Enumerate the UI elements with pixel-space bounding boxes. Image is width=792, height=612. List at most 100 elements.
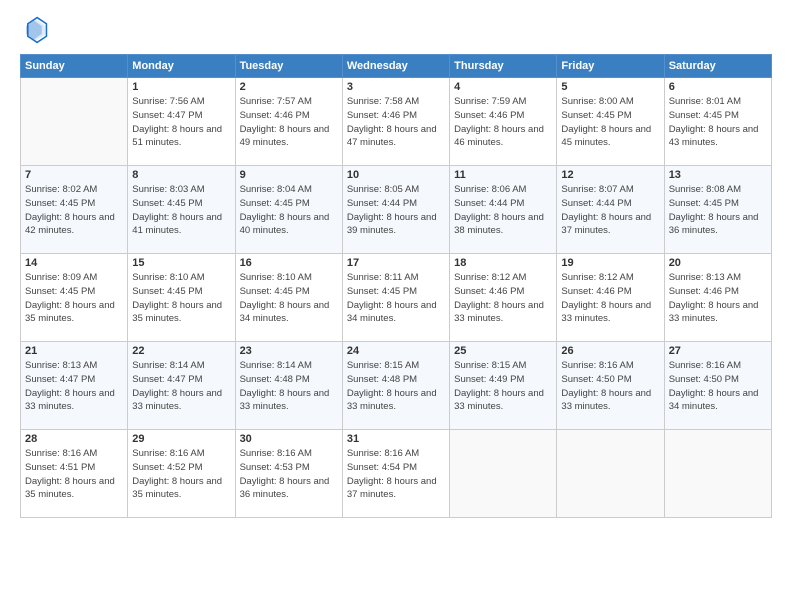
- day-cell: 4Sunrise: 7:59 AMSunset: 4:46 PMDaylight…: [450, 78, 557, 166]
- day-info: Sunrise: 8:16 AMSunset: 4:53 PMDaylight:…: [240, 447, 338, 502]
- day-number: 26: [561, 345, 659, 357]
- day-cell: [664, 430, 771, 518]
- day-number: 14: [25, 257, 123, 269]
- day-cell: 24Sunrise: 8:15 AMSunset: 4:48 PMDayligh…: [342, 342, 449, 430]
- day-cell: [450, 430, 557, 518]
- day-info: Sunrise: 8:05 AMSunset: 4:44 PMDaylight:…: [347, 183, 445, 238]
- day-info: Sunrise: 8:15 AMSunset: 4:48 PMDaylight:…: [347, 359, 445, 414]
- day-cell: 28 Sunrise: 8:16 AMSunset: 4:51 PMDayligh…: [21, 430, 128, 518]
- day-number: 11: [454, 169, 552, 181]
- logo-icon: [20, 16, 48, 44]
- column-header-friday: Friday: [557, 55, 664, 78]
- day-info: Sunrise: 8:16 AMSunset: 4:52 PMDaylight:…: [132, 447, 230, 502]
- day-number: 13: [669, 169, 767, 181]
- day-info: Sunrise: 8:10 AMSunset: 4:45 PMDaylight:…: [132, 271, 230, 326]
- day-info: Sunrise: 8:16 AMSunset: 4:50 PMDaylight:…: [561, 359, 659, 414]
- column-header-saturday: Saturday: [664, 55, 771, 78]
- column-header-sunday: Sunday: [21, 55, 128, 78]
- day-number: 8: [132, 169, 230, 181]
- day-info: Sunrise: 7:56 AMSunset: 4:47 PMDaylight:…: [132, 95, 230, 150]
- calendar-header-row: SundayMondayTuesdayWednesdayThursdayFrid…: [21, 55, 772, 78]
- day-cell: 14 Sunrise: 8:09 AMSunset: 4:45 PMDayligh…: [21, 254, 128, 342]
- day-cell: [21, 78, 128, 166]
- day-number: 22: [132, 345, 230, 357]
- day-number: 28: [25, 433, 123, 445]
- day-number: 16: [240, 257, 338, 269]
- day-info: Sunrise: 8:16 AMSunset: 4:51 PMDaylight:…: [25, 447, 123, 502]
- day-cell: 30 Sunrise: 8:16 AMSunset: 4:53 PMDayligh…: [235, 430, 342, 518]
- day-cell: 6 Sunrise: 8:01 AMSunset: 4:45 PMDaylight…: [664, 78, 771, 166]
- column-header-thursday: Thursday: [450, 55, 557, 78]
- day-info: Sunrise: 8:10 AMSunset: 4:45 PMDaylight:…: [240, 271, 338, 326]
- day-cell: 27Sunrise: 8:16 AMSunset: 4:50 PMDayligh…: [664, 342, 771, 430]
- day-number: 18: [454, 257, 552, 269]
- day-number: 3: [347, 81, 445, 93]
- day-number: 1: [132, 81, 230, 93]
- day-number: 15: [132, 257, 230, 269]
- day-info: Sunrise: 8:13 AMSunset: 4:46 PMDaylight:…: [669, 271, 767, 326]
- day-number: 9: [240, 169, 338, 181]
- day-info: Sunrise: 8:07 AMSunset: 4:44 PMDaylight:…: [561, 183, 659, 238]
- day-cell: 15 Sunrise: 8:10 AMSunset: 4:45 PMDayligh…: [128, 254, 235, 342]
- day-cell: 19 Sunrise: 8:12 AMSunset: 4:46 PMDayligh…: [557, 254, 664, 342]
- day-info: Sunrise: 8:00 AMSunset: 4:45 PMDaylight:…: [561, 95, 659, 150]
- day-cell: 2 Sunrise: 7:57 AMSunset: 4:46 PMDaylight…: [235, 78, 342, 166]
- day-cell: 25 Sunrise: 8:15 AMSunset: 4:49 PMDayligh…: [450, 342, 557, 430]
- day-cell: 12 Sunrise: 8:07 AMSunset: 4:44 PMDayligh…: [557, 166, 664, 254]
- day-info: Sunrise: 8:13 AMSunset: 4:47 PMDaylight:…: [25, 359, 123, 414]
- calendar-page: SundayMondayTuesdayWednesdayThursdayFrid…: [0, 0, 792, 612]
- day-number: 30: [240, 433, 338, 445]
- day-cell: 17 Sunrise: 8:11 AMSunset: 4:45 PMDayligh…: [342, 254, 449, 342]
- day-cell: 21 Sunrise: 8:13 AMSunset: 4:47 PMDayligh…: [21, 342, 128, 430]
- day-number: 12: [561, 169, 659, 181]
- day-number: 31: [347, 433, 445, 445]
- week-row-2: 7Sunrise: 8:02 AMSunset: 4:45 PMDaylight…: [21, 166, 772, 254]
- day-info: Sunrise: 8:04 AMSunset: 4:45 PMDaylight:…: [240, 183, 338, 238]
- day-info: Sunrise: 8:12 AMSunset: 4:46 PMDaylight:…: [454, 271, 552, 326]
- day-number: 10: [347, 169, 445, 181]
- day-cell: 9 Sunrise: 8:04 AMSunset: 4:45 PMDaylight…: [235, 166, 342, 254]
- day-number: 29: [132, 433, 230, 445]
- day-info: Sunrise: 8:09 AMSunset: 4:45 PMDaylight:…: [25, 271, 123, 326]
- day-cell: 10 Sunrise: 8:05 AMSunset: 4:44 PMDayligh…: [342, 166, 449, 254]
- day-info: Sunrise: 8:01 AMSunset: 4:45 PMDaylight:…: [669, 95, 767, 150]
- day-number: 2: [240, 81, 338, 93]
- day-cell: [557, 430, 664, 518]
- column-header-wednesday: Wednesday: [342, 55, 449, 78]
- day-number: 27: [669, 345, 767, 357]
- day-info: Sunrise: 8:02 AMSunset: 4:45 PMDaylight:…: [25, 183, 123, 238]
- day-number: 21: [25, 345, 123, 357]
- day-cell: 20 Sunrise: 8:13 AMSunset: 4:46 PMDayligh…: [664, 254, 771, 342]
- day-cell: 11Sunrise: 8:06 AMSunset: 4:44 PMDayligh…: [450, 166, 557, 254]
- day-info: Sunrise: 8:14 AMSunset: 4:47 PMDaylight:…: [132, 359, 230, 414]
- day-number: 5: [561, 81, 659, 93]
- day-cell: 16 Sunrise: 8:10 AMSunset: 4:45 PMDayligh…: [235, 254, 342, 342]
- day-info: Sunrise: 8:16 AMSunset: 4:54 PMDaylight:…: [347, 447, 445, 502]
- page-header: [20, 16, 772, 44]
- day-info: Sunrise: 8:12 AMSunset: 4:46 PMDaylight:…: [561, 271, 659, 326]
- day-cell: 5 Sunrise: 8:00 AMSunset: 4:45 PMDaylight…: [557, 78, 664, 166]
- day-cell: 31 Sunrise: 8:16 AMSunset: 4:54 PMDayligh…: [342, 430, 449, 518]
- column-header-monday: Monday: [128, 55, 235, 78]
- day-info: Sunrise: 7:57 AMSunset: 4:46 PMDaylight:…: [240, 95, 338, 150]
- column-header-tuesday: Tuesday: [235, 55, 342, 78]
- day-number: 20: [669, 257, 767, 269]
- day-info: Sunrise: 8:15 AMSunset: 4:49 PMDaylight:…: [454, 359, 552, 414]
- calendar-table: SundayMondayTuesdayWednesdayThursdayFrid…: [20, 54, 772, 518]
- day-number: 25: [454, 345, 552, 357]
- day-info: Sunrise: 7:58 AMSunset: 4:46 PMDaylight:…: [347, 95, 445, 150]
- day-number: 19: [561, 257, 659, 269]
- day-info: Sunrise: 8:14 AMSunset: 4:48 PMDaylight:…: [240, 359, 338, 414]
- day-info: Sunrise: 8:11 AMSunset: 4:45 PMDaylight:…: [347, 271, 445, 326]
- day-cell: 3 Sunrise: 7:58 AMSunset: 4:46 PMDaylight…: [342, 78, 449, 166]
- week-row-4: 21 Sunrise: 8:13 AMSunset: 4:47 PMDayligh…: [21, 342, 772, 430]
- day-info: Sunrise: 8:08 AMSunset: 4:45 PMDaylight:…: [669, 183, 767, 238]
- day-number: 6: [669, 81, 767, 93]
- day-cell: 26 Sunrise: 8:16 AMSunset: 4:50 PMDayligh…: [557, 342, 664, 430]
- day-cell: 23Sunrise: 8:14 AMSunset: 4:48 PMDayligh…: [235, 342, 342, 430]
- day-info: Sunrise: 7:59 AMSunset: 4:46 PMDaylight:…: [454, 95, 552, 150]
- logo: [20, 16, 52, 44]
- week-row-3: 14 Sunrise: 8:09 AMSunset: 4:45 PMDayligh…: [21, 254, 772, 342]
- day-cell: 7Sunrise: 8:02 AMSunset: 4:45 PMDaylight…: [21, 166, 128, 254]
- day-number: 17: [347, 257, 445, 269]
